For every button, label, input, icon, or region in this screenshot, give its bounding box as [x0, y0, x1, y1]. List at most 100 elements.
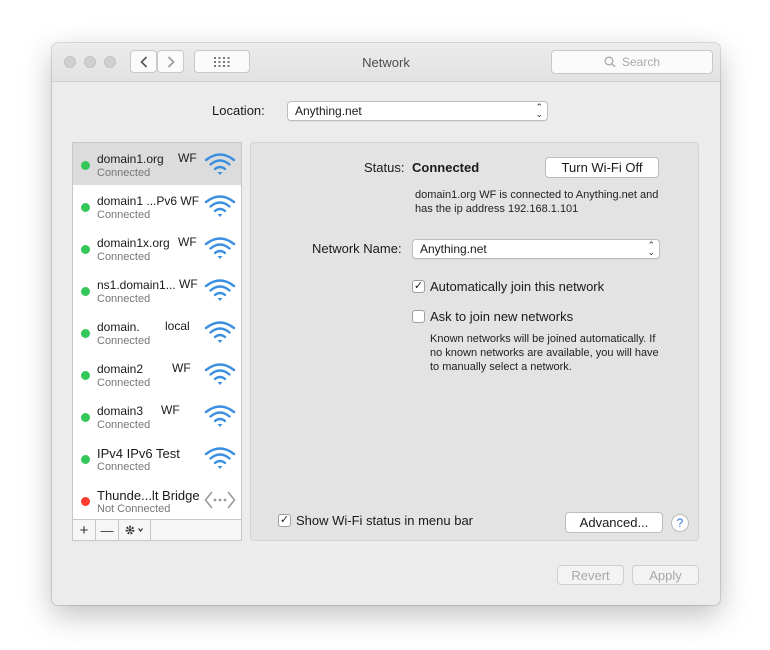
wifi-icon	[204, 446, 236, 475]
service-status: Connected	[97, 293, 151, 305]
service-suffix: local	[165, 319, 190, 333]
wifi-icon	[204, 195, 236, 217]
network-name-label: Network Name:	[312, 241, 402, 256]
wifi-icon	[204, 194, 236, 223]
ask-join-description-line1: Known networks will be joined automatica…	[430, 333, 656, 345]
wifi-icon	[204, 362, 236, 391]
connected-status-dot	[81, 203, 90, 212]
title-bar: Network Search	[52, 43, 720, 82]
plus-icon: +	[79, 521, 89, 539]
service-item[interactable]: domain1 ...Pv6 WF Connected	[73, 185, 241, 227]
show-wifi-status-checkbox[interactable]: ✓	[278, 514, 291, 527]
remove-service-button[interactable]: —	[96, 520, 119, 540]
service-status: Connected	[97, 167, 151, 179]
popup-arrows-icon: ⌃ ⌄	[647, 240, 655, 257]
popup-arrows-icon: ⌃ ⌄	[535, 102, 543, 119]
ask-join-checkbox[interactable]	[412, 310, 425, 323]
ask-join-label: Ask to join new networks	[430, 309, 574, 324]
detail-panel: Status: Connected Turn Wi-Fi Off domain1…	[250, 142, 699, 541]
service-item[interactable]: domain1x.org WF Connected	[73, 227, 241, 269]
connected-status-dot	[81, 161, 90, 170]
search-field[interactable]: Search	[551, 50, 713, 74]
wifi-icon	[204, 153, 236, 175]
gear-icon	[125, 525, 143, 535]
network-preferences-window: Network Search Location: Anything.net ⌃ ⌄…	[52, 43, 720, 605]
service-name: domain1.org	[97, 152, 164, 166]
action-menu-button[interactable]	[119, 520, 151, 540]
ask-join-description-line2: no known networks are available, you wil…	[430, 347, 659, 359]
revert-button[interactable]: Revert	[557, 565, 624, 585]
service-suffix: WF	[178, 151, 197, 165]
wifi-icon	[204, 320, 236, 349]
wifi-icon	[204, 405, 236, 427]
service-item[interactable]: domain1.org WF Connected	[73, 143, 241, 185]
service-suffix: WF	[161, 403, 180, 417]
service-status: Connected	[97, 335, 151, 347]
show-wifi-status-label: Show Wi-Fi status in menu bar	[296, 513, 474, 528]
status-label: Status:	[364, 160, 405, 175]
service-suffix: WF	[179, 277, 198, 291]
status-description-line2: has the ip address 192.168.1.101	[415, 203, 579, 215]
wifi-icon	[204, 404, 236, 433]
service-list-toolbar: + —	[72, 520, 242, 541]
turn-wifi-off-button[interactable]: Turn Wi-Fi Off	[545, 157, 659, 178]
wifi-icon	[204, 237, 236, 259]
search-icon	[604, 56, 616, 68]
service-status: Connected	[97, 251, 151, 263]
service-item[interactable]: ns1.domain1... WF Connected	[73, 269, 241, 311]
location-popup[interactable]: Anything.net ⌃ ⌄	[287, 101, 548, 121]
service-item[interactable]: domain. local Connected	[73, 311, 241, 353]
service-name: domain2	[97, 362, 144, 376]
apply-button[interactable]: Apply	[632, 565, 699, 585]
auto-join-checkbox[interactable]: ✓	[412, 280, 425, 293]
location-label: Location:	[212, 103, 265, 118]
service-name: IPv4 IPv6 Test	[97, 446, 180, 461]
thunderbolt-bridge-icon	[204, 491, 236, 509]
service-status: Connected	[97, 377, 151, 389]
service-list[interactable]: domain1.org WF Connected domain1 ...Pv6 WF C…	[72, 142, 242, 520]
connected-status-dot	[81, 287, 90, 296]
wifi-icon	[204, 321, 236, 343]
service-item[interactable]: domain2 WF Connected	[73, 353, 241, 395]
service-status: Connected	[97, 209, 151, 221]
thunderbolt-bridge-icon	[204, 488, 236, 517]
connected-status-dot	[81, 329, 90, 338]
disconnected-status-dot	[81, 497, 90, 506]
network-name-value: Anything.net	[420, 242, 487, 256]
help-button[interactable]: ?	[671, 514, 689, 532]
wifi-icon	[204, 152, 236, 181]
wifi-icon	[204, 279, 236, 301]
status-description-line1: domain1.org WF is connected to Anything.…	[415, 189, 659, 201]
service-status: Connected	[97, 461, 151, 473]
wifi-icon	[204, 236, 236, 265]
service-status: Not Connected	[97, 503, 171, 515]
service-suffix: WF	[172, 361, 191, 375]
advanced-button[interactable]: Advanced...	[565, 512, 663, 533]
service-name: domain.	[97, 320, 140, 334]
service-item[interactable]: IPv4 IPv6 Test Connected	[73, 437, 241, 479]
auto-join-label: Automatically join this network	[430, 279, 605, 294]
service-name: domain1x.org	[97, 236, 170, 250]
service-item[interactable]: Thunde...lt Bridge Not Connected	[73, 479, 241, 521]
connected-status-dot	[81, 245, 90, 254]
connected-status-dot	[81, 413, 90, 422]
location-value: Anything.net	[295, 104, 362, 118]
connected-status-dot	[81, 455, 90, 464]
service-name: domain1 ...Pv6 WF	[97, 194, 200, 208]
search-placeholder: Search	[621, 55, 661, 69]
wifi-icon	[204, 447, 236, 469]
add-service-button[interactable]: +	[73, 520, 96, 540]
service-name: ns1.domain1...	[97, 278, 176, 292]
wifi-icon	[204, 363, 236, 385]
service-name: domain3	[97, 404, 144, 418]
service-name: Thunde...lt Bridge	[97, 488, 200, 503]
ask-join-description-line3: to manually select a network.	[430, 361, 572, 373]
network-name-popup[interactable]: Anything.net ⌃ ⌄	[412, 239, 660, 259]
wifi-icon	[204, 278, 236, 307]
service-status: Connected	[97, 419, 151, 431]
service-item[interactable]: domain3 WF Connected	[73, 395, 241, 437]
service-suffix: WF	[178, 235, 197, 249]
status-value: Connected	[412, 160, 480, 175]
connected-status-dot	[81, 371, 90, 380]
minus-icon: —	[100, 522, 114, 538]
